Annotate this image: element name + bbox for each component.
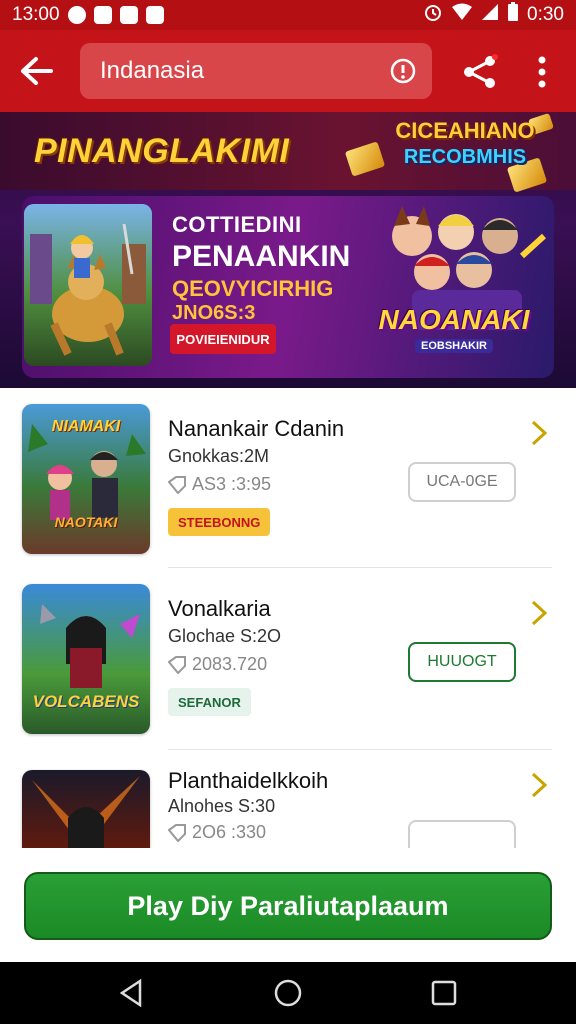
game-title: Vonalkaria xyxy=(168,596,271,621)
alarm-icon xyxy=(423,2,443,28)
share-icon xyxy=(464,54,498,88)
promo-logo: NAOANAKI EOBSHAKIR xyxy=(374,304,534,354)
bottom-action-bar: Play Diy Paraliutaplaaum xyxy=(0,848,576,962)
nav-home-icon[interactable] xyxy=(272,977,304,1009)
tag-icon xyxy=(168,655,186,674)
banner-badge-line1: CICEAHIANO xyxy=(395,118,535,143)
game-action-button[interactable]: UCA-0GE xyxy=(408,462,516,502)
promo-hero-image xyxy=(24,204,152,366)
back-button[interactable] xyxy=(18,52,56,90)
nav-back-icon[interactable] xyxy=(116,977,148,1009)
hero-banner[interactable]: PINANGLAKIMI CICEAHIANO RECOBMHIS COTTIE… xyxy=(0,112,576,388)
promo-line3: QEOVYICIRHIG xyxy=(172,276,334,301)
message-icon xyxy=(119,6,138,24)
game-list-item[interactable]: NIAMAKI NAOTAKI Nanankair Cdanin Gnokkas… xyxy=(0,388,576,558)
game-action-button[interactable]: HUUOGT xyxy=(408,642,516,682)
status-right: 0:30 xyxy=(423,2,564,28)
game-list: NIAMAKI NAOTAKI Nanankair Cdanin Gnokkas… xyxy=(0,388,576,848)
game-thumbnail: VOLCABENS xyxy=(22,584,150,734)
thumbnail-subtitle: NAOTAKI xyxy=(54,514,118,530)
play-button[interactable]: Play Diy Paraliutaplaaum xyxy=(24,872,552,940)
game-meta: 2O6 :330 xyxy=(168,822,266,843)
status-left: 13:00 xyxy=(12,4,164,26)
banner-badge-line2: RECOBMHIS xyxy=(403,146,527,168)
screen: 13:00 0:30 Indanasia PINANGLAKIMI CICEAH… xyxy=(0,0,576,1024)
gallery-icon xyxy=(93,6,112,24)
game-subtitle: Glochae S:2O xyxy=(168,626,282,646)
game-meta: AS3 :3:95 xyxy=(168,474,271,495)
back-arrow-icon xyxy=(21,57,53,85)
chevron-right-icon[interactable] xyxy=(528,598,550,628)
share-button[interactable] xyxy=(460,52,500,92)
game-list-item[interactable]: VOLCABENS Vonalkaria Glochae S:2O 2083.7… xyxy=(0,568,576,738)
promo-card[interactable]: COTTIEDINI PENAANKIN QEOVYICIRHIG JNO6S:… xyxy=(22,196,554,378)
game-thumbnail: NIAMAKI NAOTAKI xyxy=(22,404,150,554)
game-title: Planthaidelkkoih xyxy=(168,768,329,793)
tag-icon xyxy=(168,823,186,842)
status-time: 13:00 xyxy=(12,4,60,25)
mail-icon xyxy=(145,6,164,24)
info-icon[interactable] xyxy=(390,58,416,84)
promo-button[interactable]: POVIEIENIDUR xyxy=(170,324,276,354)
status-right-time: 0:30 xyxy=(527,4,564,25)
game-subtitle: Alnohes S:30 xyxy=(168,796,276,816)
wifi-icon xyxy=(451,3,473,27)
promo-line4: JNO6S:3 xyxy=(172,302,256,324)
game-tag: STEEBONNG xyxy=(168,508,271,536)
promo-line2: PENAANKIN xyxy=(172,240,351,273)
more-vert-icon xyxy=(538,56,546,88)
search-field[interactable]: Indanasia xyxy=(80,43,432,99)
chevron-right-icon[interactable] xyxy=(528,418,550,448)
battery-icon xyxy=(507,2,519,28)
promo-logo-title: NAOANAKI xyxy=(378,304,530,335)
game-thumbnail xyxy=(22,770,150,848)
thumbnail-title: VOLCABENS xyxy=(32,692,140,711)
promo-logo-subtitle: EOBSHAKIR xyxy=(414,339,493,353)
app-bar: Indanasia xyxy=(0,30,576,112)
game-action-button[interactable] xyxy=(408,820,516,848)
game-list-item[interactable]: Planthaidelkkoih Alnohes S:30 2O6 :330 xyxy=(0,750,576,848)
tag-icon xyxy=(168,475,186,494)
promo-text: COTTIEDINI PENAANKIN QEOVYICIRHIG JNO6S:… xyxy=(172,212,372,325)
nav-recents-icon[interactable] xyxy=(428,977,460,1009)
game-meta-text: 2083.720 xyxy=(192,654,268,674)
promo-line1: COTTIEDINI xyxy=(172,212,302,237)
chevron-right-icon[interactable] xyxy=(528,770,550,800)
signal-icon xyxy=(481,3,499,27)
game-meta-text: AS3 :3:95 xyxy=(192,474,272,494)
banner-badge: CICEAHIANO RECOBMHIS xyxy=(380,118,550,184)
thumbnail-title: NIAMAKI xyxy=(51,418,121,435)
system-navigation-bar xyxy=(0,962,576,1024)
game-tag: SEFANOR xyxy=(168,688,251,716)
game-title: Nanankair Cdanin xyxy=(168,416,345,441)
notification-icon xyxy=(67,6,86,24)
game-subtitle: Gnokkas:2M xyxy=(168,446,270,466)
status-bar: 13:00 0:30 xyxy=(0,0,576,30)
game-meta: 2083.720 xyxy=(168,654,267,675)
banner-title: PINANGLAKIMI xyxy=(34,132,290,170)
game-meta-text: 2O6 :330 xyxy=(192,822,267,842)
more-options-button[interactable] xyxy=(528,52,556,92)
search-text: Indanasia xyxy=(100,57,205,84)
